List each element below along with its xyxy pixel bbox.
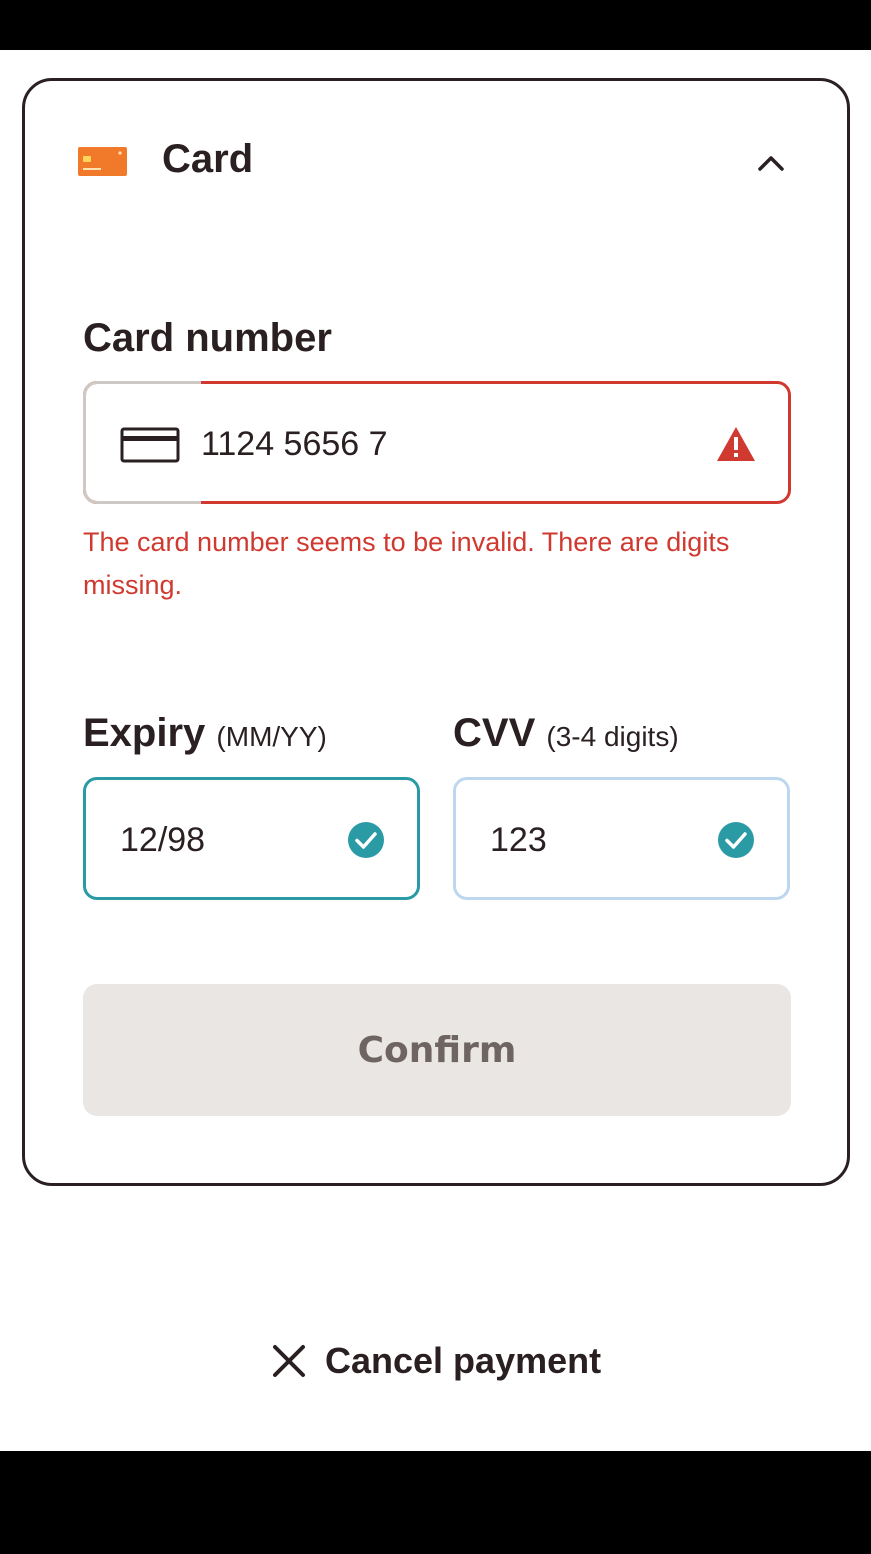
- check-circle-icon: [718, 822, 754, 858]
- check-circle-icon: [348, 822, 384, 858]
- close-icon: [273, 1345, 305, 1377]
- expiry-value: 12/98: [120, 821, 206, 859]
- card-number-label: Card number: [83, 316, 332, 360]
- confirm-button[interactable]: Confirm: [83, 984, 791, 1116]
- card-number-field[interactable]: 1124 5656 7: [83, 381, 791, 504]
- card-number-error: The card number seems to be invalid. The…: [83, 527, 730, 600]
- card-payment-panel: Card Card number 1124 5656 7 The card nu…: [22, 78, 850, 1186]
- cancel-payment-button[interactable]: Cancel payment: [270, 1336, 601, 1386]
- expiry-hint: (MM/YY): [216, 721, 327, 752]
- cvv-field[interactable]: 123: [453, 777, 790, 900]
- expiry-label: Expiry (MM/YY): [83, 708, 327, 762]
- chevron-up-icon[interactable]: [754, 146, 788, 180]
- cvv-value: 123: [490, 821, 547, 859]
- expiry-label-text: Expiry: [83, 711, 206, 755]
- cvv-label-text: CVV: [453, 711, 536, 755]
- card-section-title: Card: [162, 137, 254, 181]
- warning-icon: [717, 427, 755, 461]
- expiry-field[interactable]: 12/98: [83, 777, 420, 900]
- cvv-hint: (3-4 digits): [546, 721, 679, 752]
- cvv-label: CVV (3-4 digits): [453, 708, 679, 762]
- card-section-header[interactable]: Card: [25, 81, 847, 241]
- card-number-value: 1124 5656 7: [201, 425, 388, 463]
- credit-card-logo-icon: [78, 147, 127, 176]
- credit-card-icon: [120, 427, 180, 463]
- status-bar: [0, 0, 871, 50]
- cancel-payment-label: Cancel payment: [325, 1340, 602, 1381]
- navigation-bar: [0, 1451, 871, 1554]
